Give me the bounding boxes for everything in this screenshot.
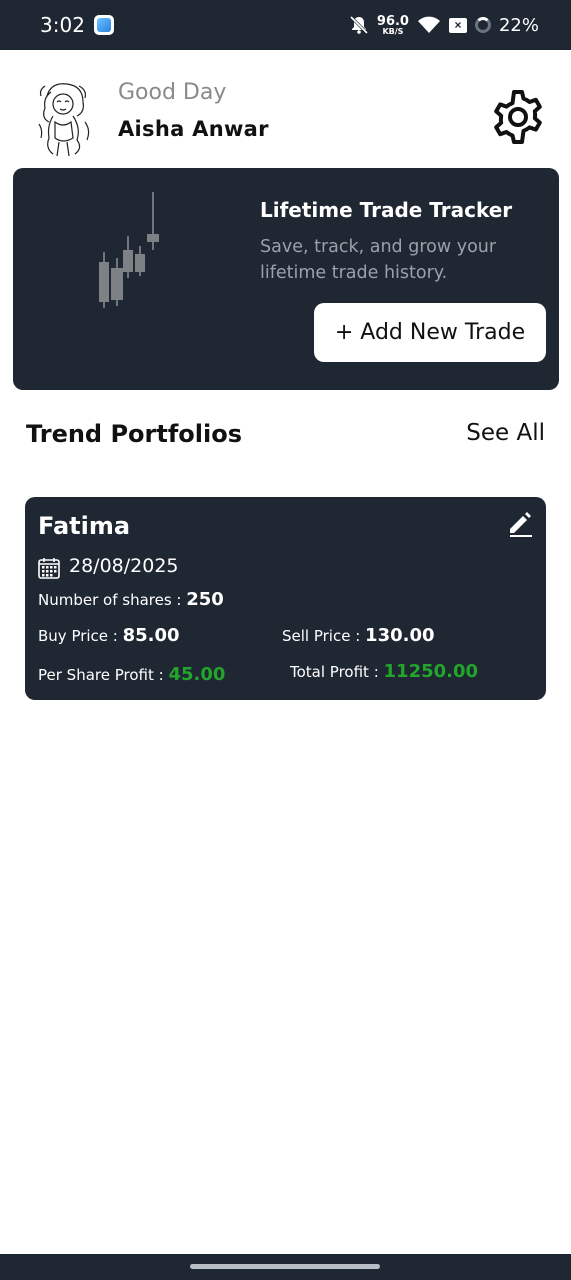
- banner-title: Lifetime Trade Tracker: [260, 198, 513, 222]
- trade-name: Fatima: [38, 512, 131, 540]
- bell-off-icon: [349, 15, 368, 35]
- battery-level: 22%: [498, 14, 539, 36]
- network-speed: 96.0 KB/S: [376, 13, 409, 36]
- avatar[interactable]: [33, 78, 95, 158]
- settings-gear-icon[interactable]: [489, 88, 547, 146]
- add-new-trade-button[interactable]: + Add New Trade: [314, 303, 546, 362]
- trade-tracker-banner: Lifetime Trade Tracker Save, track, and …: [13, 168, 559, 390]
- total-profit-value: 11250.00: [383, 661, 479, 682]
- status-time: 3:02: [40, 13, 85, 37]
- battery-ring-icon: [474, 17, 491, 33]
- user-name: Aisha Anwar: [118, 117, 269, 141]
- candlestick-chart-icon: [99, 192, 159, 308]
- see-all-link[interactable]: See All: [466, 420, 545, 446]
- total-profit-row: Total Profit : 11250.00: [290, 661, 478, 682]
- trade-card[interactable]: Fatima 28/08/2025 Number of shares : 250…: [25, 497, 546, 700]
- app-notification-icon: [94, 15, 114, 35]
- shares-value: 250: [186, 589, 224, 610]
- calendar-icon: [38, 558, 60, 579]
- buy-price-label: Buy Price :: [38, 627, 123, 645]
- buy-price-row: Buy Price : 85.00: [38, 625, 180, 646]
- sell-price-row: Sell Price : 130.00: [282, 625, 435, 646]
- section-title: Trend Portfolios: [26, 420, 243, 448]
- shares-label: Number of shares :: [38, 591, 187, 609]
- home-gesture-handle[interactable]: [190, 1264, 380, 1269]
- data-off-icon: ×: [448, 17, 467, 33]
- buy-price-value: 85.00: [122, 625, 180, 646]
- total-profit-label: Total Profit :: [290, 663, 384, 681]
- wifi-icon: [417, 16, 440, 33]
- edit-pencil-icon[interactable]: [506, 509, 534, 537]
- per-share-profit-label: Per Share Profit :: [38, 666, 169, 684]
- per-share-profit-value: 45.00: [168, 664, 226, 685]
- shares-row: Number of shares : 250: [38, 589, 224, 610]
- banner-subtitle: Save, track, and grow your lifetime trad…: [260, 237, 497, 283]
- sell-price-value: 130.00: [365, 625, 435, 646]
- system-nav-bar: [0, 1254, 571, 1280]
- trade-date: 28/08/2025: [69, 555, 179, 577]
- status-bar: 3:02 96.0 KB/S × 22%: [0, 0, 571, 50]
- sell-price-label: Sell Price :: [282, 627, 366, 645]
- per-share-profit-row: Per Share Profit : 45.00: [38, 664, 225, 685]
- greeting-text: Good Day: [118, 80, 227, 105]
